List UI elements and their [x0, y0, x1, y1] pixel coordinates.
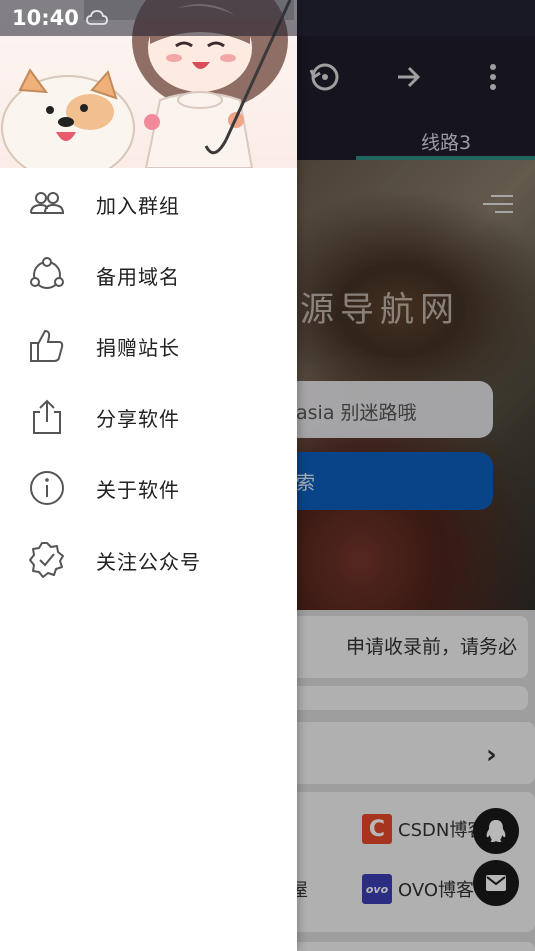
- menu-label: 关注公众号: [96, 549, 201, 574]
- verified-badge-icon: [29, 542, 64, 578]
- status-bar: 10:40: [0, 0, 535, 36]
- menu-label: 加入群组: [96, 193, 180, 218]
- menu-item-follow-account[interactable]: 关注公众号: [0, 530, 297, 590]
- group-icon: [30, 192, 65, 214]
- menu-label: 关于软件: [96, 477, 180, 502]
- thumbs-up-icon: [30, 329, 64, 362]
- upload-share-icon: [33, 399, 61, 434]
- menu-item-share-app[interactable]: 分享软件: [0, 387, 297, 447]
- cloud-icon: [86, 10, 108, 25]
- status-time: 10:40: [12, 6, 79, 30]
- menu-label: 分享软件: [96, 406, 180, 431]
- navigation-drawer: 加入群组 备用域名 捐赠站长 分享软件 关于软件 关注公众号: [0, 0, 297, 951]
- menu-label: 备用域名: [96, 264, 180, 289]
- info-icon: [30, 471, 64, 505]
- menu-item-donate[interactable]: 捐赠站长: [0, 316, 297, 376]
- menu-item-join-group[interactable]: 加入群组: [0, 174, 297, 234]
- share-nodes-icon: [30, 257, 64, 289]
- menu-label: 捐赠站长: [96, 335, 180, 360]
- menu-item-backup-domain[interactable]: 备用域名: [0, 245, 297, 305]
- menu-item-about[interactable]: 关于软件: [0, 458, 297, 518]
